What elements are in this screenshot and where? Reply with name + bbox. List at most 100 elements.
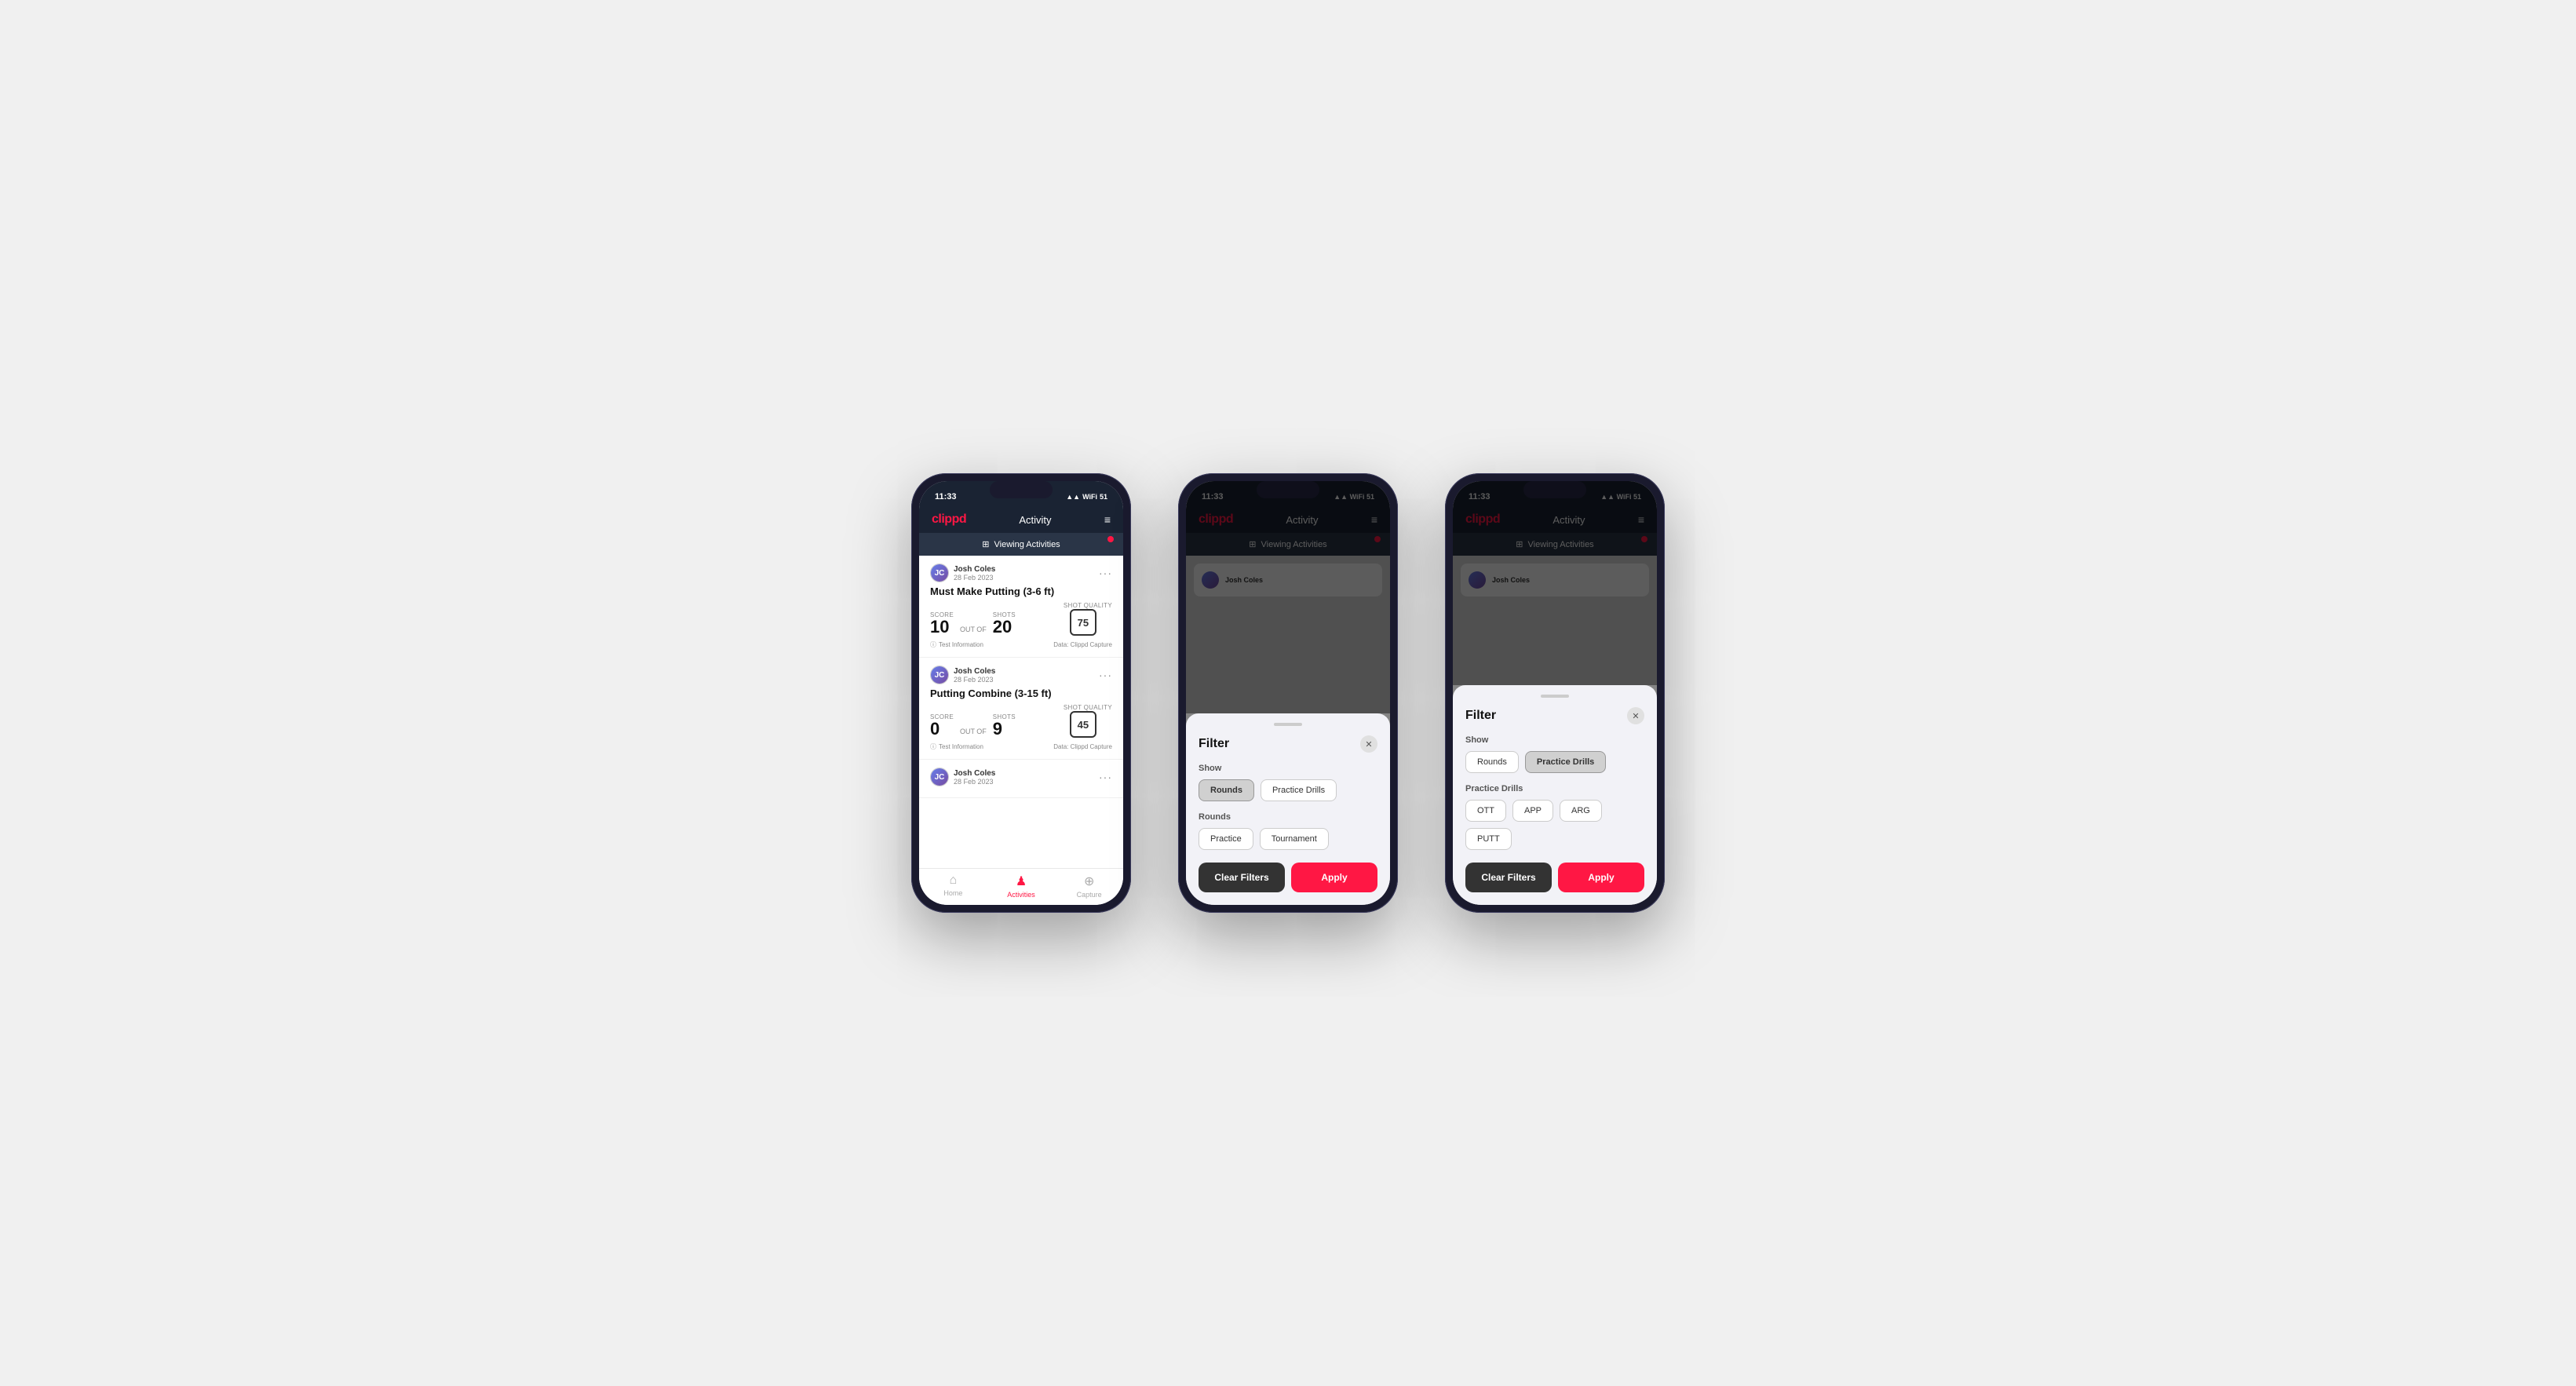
viewing-bar-1[interactable]: ⊞ Viewing Activities: [919, 533, 1123, 556]
card-footer-1: ⓘ Test Information Data: Clippd Capture: [930, 640, 1112, 649]
activity-title-1: Must Make Putting (3-6 ft): [930, 585, 1112, 597]
data-source-2: Data: Clippd Capture: [1053, 743, 1112, 750]
activity-content-1: JC Josh Coles 28 Feb 2023 ··· Must Make …: [919, 556, 1123, 868]
sq-label-1: Shot Quality: [1064, 602, 1112, 609]
filter-icon-1: ⊞: [982, 539, 989, 549]
dots-menu-2[interactable]: ···: [1099, 669, 1112, 681]
header-title-1: Activity: [1019, 514, 1051, 526]
filter-header-2: Filter ✕: [1199, 735, 1377, 753]
viewing-bar-text-1: Viewing Activities: [994, 540, 1060, 549]
show-practice-btn-3[interactable]: Practice Drills: [1525, 751, 1606, 773]
nav-activities-1[interactable]: ♟ Activities: [987, 874, 1056, 899]
user-date-2: 28 Feb 2023: [954, 676, 995, 684]
practice-buttons-3: OTT APP ARG PUTT: [1465, 800, 1644, 850]
data-source-1: Data: Clippd Capture: [1053, 641, 1112, 648]
show-buttons-3: Rounds Practice Drills: [1465, 751, 1644, 773]
screen-2: 11:33 ▲▲ WiFi 51 clippd Activity ≡ ⊞ Vie…: [1186, 481, 1390, 905]
app-btn-3[interactable]: APP: [1512, 800, 1553, 822]
capture-icon-1: ⊕: [1084, 874, 1094, 889]
putt-btn-3[interactable]: PUTT: [1465, 828, 1512, 850]
phone-2: 11:33 ▲▲ WiFi 51 clippd Activity ≡ ⊞ Vie…: [1178, 473, 1398, 913]
shots-value-2: 9: [993, 720, 1016, 738]
clear-filters-btn-3[interactable]: Clear Filters: [1465, 863, 1552, 892]
avatar-2: JC: [930, 666, 949, 684]
filter-overlay-3: Filter ✕ Show Rounds Practice Drills Pra…: [1453, 481, 1657, 905]
user-info-3: JC Josh Coles 28 Feb 2023: [930, 768, 995, 786]
card-header-1: JC Josh Coles 28 Feb 2023 ···: [930, 564, 1112, 582]
red-dot-1: [1107, 536, 1114, 542]
nav-activities-label-1: Activities: [1007, 891, 1035, 899]
close-button-3[interactable]: ✕: [1627, 707, 1644, 724]
card-footer-2: ⓘ Test Information Data: Clippd Capture: [930, 742, 1112, 751]
filter-sheet-2: Filter ✕ Show Rounds Practice Drills Rou…: [1186, 713, 1390, 905]
activity-card-3: JC Josh Coles 28 Feb 2023 ···: [919, 760, 1123, 798]
apply-btn-3[interactable]: Apply: [1558, 863, 1644, 892]
backdrop-2: [1186, 481, 1390, 713]
logo-1: clippd: [932, 512, 966, 527]
filter-sheet-3: Filter ✕ Show Rounds Practice Drills Pra…: [1453, 685, 1657, 905]
user-name-1: Josh Coles: [954, 565, 995, 574]
apply-btn-2[interactable]: Apply: [1291, 863, 1377, 892]
menu-icon-1[interactable]: ≡: [1104, 513, 1111, 526]
show-label-3: Show: [1465, 735, 1644, 745]
close-button-2[interactable]: ✕: [1360, 735, 1377, 753]
shots-value-1: 20: [993, 618, 1016, 636]
avatar-1: JC: [930, 564, 949, 582]
activity-card-1: JC Josh Coles 28 Feb 2023 ··· Must Make …: [919, 556, 1123, 658]
test-info-1: ⓘ Test Information: [930, 640, 983, 649]
sq-badge-2: 45: [1070, 711, 1096, 738]
practice-label-3: Practice Drills: [1465, 784, 1644, 793]
ott-btn-3[interactable]: OTT: [1465, 800, 1506, 822]
user-info-2: JC Josh Coles 28 Feb 2023: [930, 666, 995, 684]
scene: 11:33 ▲▲ WiFi 51 clippd Activity ≡ ⊞ Vie…: [864, 426, 1712, 960]
test-info-2: ⓘ Test Information: [930, 742, 983, 751]
filter-title-2: Filter: [1199, 737, 1229, 751]
activity-card-2: JC Josh Coles 28 Feb 2023 ··· Putting Co…: [919, 658, 1123, 760]
user-name-3: Josh Coles: [954, 769, 995, 778]
rounds-buttons-2: Practice Tournament: [1199, 828, 1377, 850]
phone-1: 11:33 ▲▲ WiFi 51 clippd Activity ≡ ⊞ Vie…: [911, 473, 1131, 913]
show-buttons-2: Rounds Practice Drills: [1199, 779, 1377, 801]
practice-round-btn-2[interactable]: Practice: [1199, 828, 1253, 850]
show-rounds-btn-3[interactable]: Rounds: [1465, 751, 1519, 773]
clear-filters-btn-2[interactable]: Clear Filters: [1199, 863, 1285, 892]
filter-header-3: Filter ✕: [1465, 707, 1644, 724]
stats-row-1: Score 10 OUT OF Shots 20 Shot Quality 75: [930, 602, 1112, 636]
sheet-handle-2: [1274, 723, 1302, 726]
filter-actions-2: Clear Filters Apply: [1199, 863, 1377, 892]
dots-menu-3[interactable]: ···: [1099, 771, 1112, 783]
rounds-label-2: Rounds: [1199, 812, 1377, 822]
activity-title-2: Putting Combine (3-15 ft): [930, 688, 1112, 699]
filter-actions-3: Clear Filters Apply: [1465, 863, 1644, 892]
tournament-btn-2[interactable]: Tournament: [1260, 828, 1329, 850]
dots-menu-1[interactable]: ···: [1099, 567, 1112, 579]
user-date-1: 28 Feb 2023: [954, 574, 995, 582]
stats-row-2: Score 0 OUT OF Shots 9 Shot Quality 45: [930, 704, 1112, 738]
user-name-2: Josh Coles: [954, 667, 995, 676]
filter-title-3: Filter: [1465, 709, 1496, 723]
filter-overlay-2: Filter ✕ Show Rounds Practice Drills Rou…: [1186, 481, 1390, 905]
sq-label-2: Shot Quality: [1064, 704, 1112, 711]
nav-capture-label-1: Capture: [1077, 891, 1102, 899]
home-icon-1: ⌂: [950, 874, 958, 888]
card-header-2: JC Josh Coles 28 Feb 2023 ···: [930, 666, 1112, 684]
sq-badge-1: 75: [1070, 609, 1096, 636]
score-value-1: 10: [930, 618, 954, 636]
backdrop-3: [1453, 481, 1657, 685]
phone-3: 11:33 ▲▲ WiFi 51 clippd Activity ≡ ⊞ Vie…: [1445, 473, 1665, 913]
time-1: 11:33: [935, 492, 957, 502]
out-of-2: OUT OF: [960, 728, 987, 735]
nav-home-1[interactable]: ⌂ Home: [919, 874, 987, 899]
nav-capture-1[interactable]: ⊕ Capture: [1055, 874, 1123, 899]
notch-1: [990, 481, 1053, 498]
sheet-handle-3: [1541, 695, 1569, 698]
show-practice-btn-2[interactable]: Practice Drills: [1261, 779, 1337, 801]
show-rounds-btn-2[interactable]: Rounds: [1199, 779, 1254, 801]
user-date-3: 28 Feb 2023: [954, 778, 995, 786]
app-header-1: clippd Activity ≡: [919, 506, 1123, 533]
avatar-3: JC: [930, 768, 949, 786]
out-of-1: OUT OF: [960, 626, 987, 633]
bottom-nav-1: ⌂ Home ♟ Activities ⊕ Capture: [919, 868, 1123, 905]
arg-btn-3[interactable]: ARG: [1560, 800, 1602, 822]
status-icons-1: ▲▲ WiFi 51: [1066, 493, 1107, 501]
